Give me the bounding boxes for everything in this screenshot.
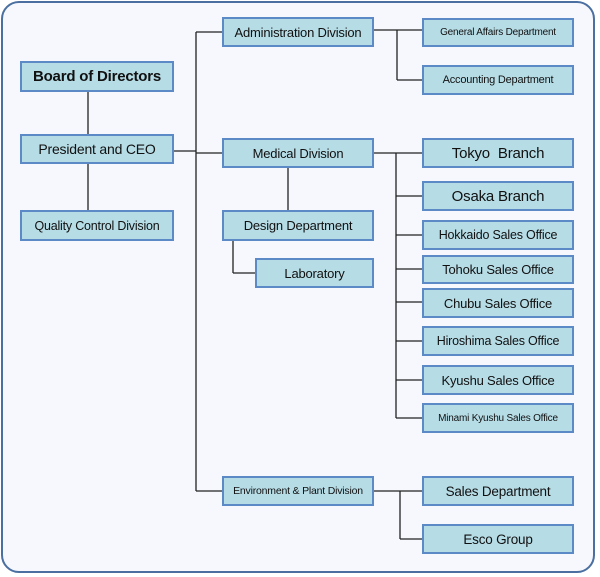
node-general-affairs-department[interactable]: General Affairs Department xyxy=(422,18,574,47)
node-kyushu-sales-office[interactable]: Kyushu Sales Office xyxy=(422,365,574,395)
node-quality-control-division[interactable]: Quality Control Division xyxy=(20,210,174,241)
node-tohoku-sales-office[interactable]: Tohoku Sales Office xyxy=(422,255,574,284)
node-hokkaido-sales-office[interactable]: Hokkaido Sales Office xyxy=(422,220,574,250)
node-environment-plant-division[interactable]: Environment & Plant Division xyxy=(222,476,374,506)
node-administration-division[interactable]: Administration Division xyxy=(222,17,374,47)
node-osaka-branch[interactable]: Osaka Branch xyxy=(422,181,574,211)
node-board-of-directors[interactable]: Board of Directors xyxy=(20,61,174,92)
node-hiroshima-sales-office[interactable]: Hiroshima Sales Office xyxy=(422,326,574,356)
node-sales-department[interactable]: Sales Department xyxy=(422,476,574,506)
node-minami-kyushu-sales-office[interactable]: Minami Kyushu Sales Office xyxy=(422,403,574,433)
node-design-department[interactable]: Design Department xyxy=(222,210,374,241)
node-chubu-sales-office[interactable]: Chubu Sales Office xyxy=(422,288,574,318)
node-laboratory[interactable]: Laboratory xyxy=(255,258,374,288)
node-tokyo-branch[interactable]: Tokyo Branch xyxy=(422,138,574,168)
node-esco-group[interactable]: Esco Group xyxy=(422,524,574,554)
node-medical-division[interactable]: Medical Division xyxy=(222,138,374,168)
node-president-ceo[interactable]: President and CEO xyxy=(20,134,174,164)
node-accounting-department[interactable]: Accounting Department xyxy=(422,65,574,95)
